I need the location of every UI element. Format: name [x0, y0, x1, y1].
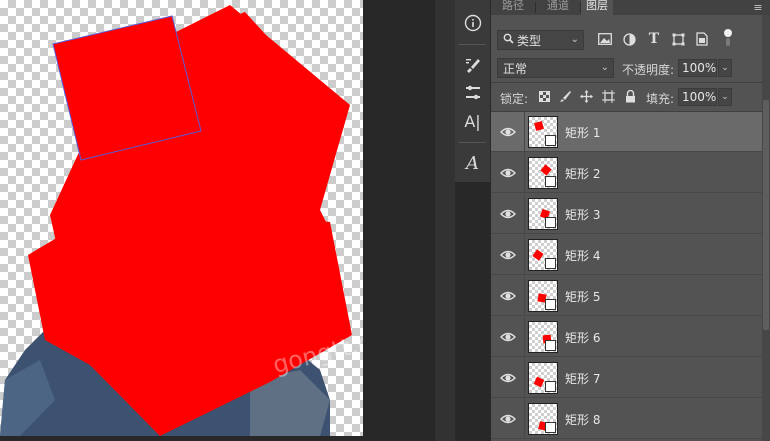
tool-separator [459, 44, 486, 45]
row-separator [524, 276, 525, 315]
paragraph-style-icon[interactable]: A [457, 148, 488, 178]
visibility-eye-icon[interactable] [500, 288, 516, 304]
opacity-input[interactable]: 100% [678, 59, 717, 77]
layer-thumbnail[interactable] [528, 362, 558, 394]
shape-layer-badge-icon [545, 340, 556, 351]
row-separator [524, 194, 525, 233]
row-separator [524, 112, 525, 151]
tab-layers[interactable]: 图层 [581, 0, 613, 15]
layers-panel: 路径 通道 图层 ≡ 类型 ⌄ T 正常 ⌄ 不透明度: 100% ⌄ 锁定: [491, 0, 770, 441]
shape-layer-badge-icon [545, 176, 556, 187]
fill-input[interactable]: 100% [678, 88, 717, 106]
divider [491, 82, 762, 83]
shape-layer-badge-icon [545, 422, 556, 433]
layer-name[interactable]: 矩形 8 [565, 411, 600, 428]
tab-paths[interactable]: 路径 [491, 0, 535, 15]
filter-type-icon[interactable]: T [646, 30, 662, 48]
lock-artboard-icon[interactable] [601, 89, 615, 103]
visibility-eye-icon[interactable] [500, 329, 516, 345]
opacity-dropdown-icon[interactable]: ⌄ [718, 59, 732, 77]
row-separator [524, 235, 525, 274]
layer-thumbnail[interactable] [528, 403, 558, 435]
layer-thumbnail[interactable] [528, 321, 558, 353]
visibility-eye-icon[interactable] [500, 165, 516, 181]
character-icon[interactable]: A| [457, 106, 488, 136]
layer-thumbnail[interactable] [528, 198, 558, 230]
layer-name[interactable]: 矩形 4 [565, 247, 600, 264]
lock-image-pixels-icon[interactable] [558, 89, 572, 103]
filter-toggle-icon[interactable] [723, 28, 733, 48]
filter-shape-icon[interactable] [670, 31, 686, 47]
tool-separator [459, 142, 486, 143]
layer-row[interactable]: 矩形 8 [491, 399, 762, 439]
layer-thumbnail[interactable] [528, 239, 558, 271]
filter-smart-object-icon[interactable] [694, 31, 710, 47]
panel-menu-icon[interactable]: ≡ [749, 0, 767, 15]
layer-name[interactable]: 矩形 5 [565, 288, 600, 305]
document-canvas[interactable]: gongtt.com [0, 0, 363, 436]
thumbnail-shape [534, 121, 544, 131]
info-icon[interactable] [457, 8, 488, 38]
shape-layer-badge-icon [545, 217, 556, 228]
layer-row[interactable]: 矩形 5 [491, 276, 762, 316]
layer-thumbnail[interactable] [528, 280, 558, 312]
layer-name[interactable]: 矩形 7 [565, 370, 600, 387]
visibility-eye-icon[interactable] [500, 247, 516, 263]
filter-adjustment-icon[interactable] [621, 31, 637, 47]
search-icon [503, 33, 514, 47]
visibility-eye-icon[interactable] [500, 370, 516, 386]
layer-row[interactable]: 矩形 7 [491, 358, 762, 398]
visibility-eye-icon[interactable] [500, 206, 516, 222]
layer-row[interactable]: 矩形 2 [491, 153, 762, 193]
row-separator [524, 358, 525, 397]
chevron-down-icon: ⌄ [570, 34, 579, 45]
lock-all-icon[interactable] [623, 89, 637, 103]
lock-position-icon[interactable] [579, 89, 593, 103]
blend-mode-label: 正常 [503, 61, 528, 76]
layer-name[interactable]: 矩形 1 [565, 124, 600, 141]
thumbnail-shape [533, 376, 545, 388]
thumbnail-shape [532, 249, 544, 261]
shape-layer-badge-icon [545, 381, 556, 392]
shape-layer-badge-icon [545, 258, 556, 269]
layer-row[interactable]: 矩形 6 [491, 317, 762, 357]
panel-icon-strip: A| A [455, 0, 491, 182]
tab-channels[interactable]: 通道 [536, 0, 580, 15]
opacity-label: 不透明度: [622, 63, 675, 77]
layer-row[interactable]: 矩形 3 [491, 194, 762, 234]
chevron-down-icon: ⌄ [600, 62, 609, 73]
brush-settings-icon[interactable] [457, 50, 488, 80]
layer-row[interactable]: 矩形 4 [491, 235, 762, 275]
row-separator [524, 317, 525, 356]
panel-divider[interactable] [435, 0, 455, 441]
filter-kind-label: 类型 [517, 33, 542, 48]
shape-layer-badge-icon [545, 299, 556, 310]
layer-name[interactable]: 矩形 6 [565, 329, 600, 346]
filter-pixel-icon[interactable] [597, 31, 613, 47]
filter-kind-select[interactable]: 类型 ⌄ [497, 30, 584, 50]
blend-mode-select[interactable]: 正常 ⌄ [497, 58, 614, 78]
visibility-eye-icon[interactable] [500, 124, 516, 140]
layer-name[interactable]: 矩形 3 [565, 206, 600, 223]
fill-dropdown-icon[interactable]: ⌄ [718, 88, 732, 106]
layer-name[interactable]: 矩形 2 [565, 165, 600, 182]
scrollbar-thumb[interactable] [763, 100, 769, 330]
lock-transparent-pixels-icon[interactable] [538, 90, 550, 102]
row-separator [524, 153, 525, 192]
thumbnail-shape [540, 164, 552, 176]
shape-layer-badge-icon [545, 135, 556, 146]
fill-label: 填充: [646, 92, 675, 106]
row-separator [524, 399, 525, 438]
clone-source-icon[interactable] [457, 78, 488, 108]
layer-row[interactable]: 矩形 1 [491, 112, 762, 152]
panel-tabbar: 路径 通道 图层 ≡ [491, 0, 770, 15]
lock-label: 锁定: [500, 92, 529, 106]
visibility-eye-icon[interactable] [500, 411, 516, 427]
layer-thumbnail[interactable] [528, 157, 558, 189]
layer-thumbnail[interactable] [528, 116, 558, 148]
